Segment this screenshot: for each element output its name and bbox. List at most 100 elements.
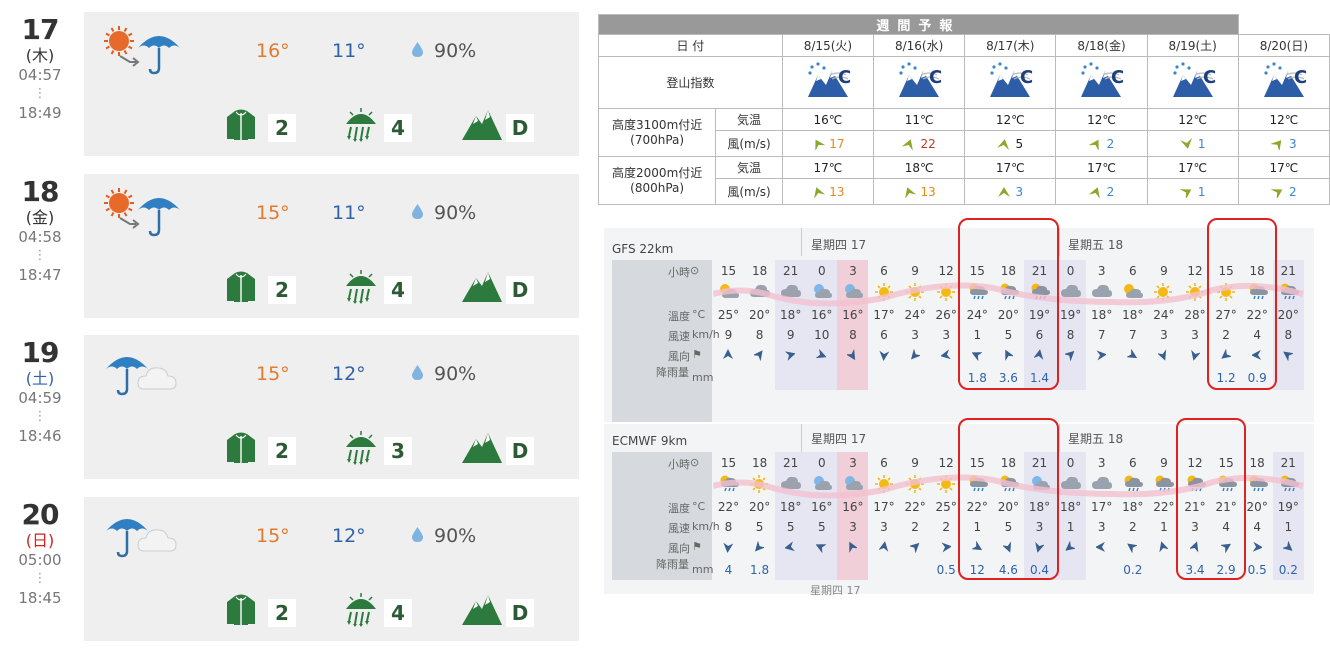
sunset-time: 18:47 [18,266,62,284]
wind-direction-icon [784,541,796,556]
wind-speed: 3 [1015,184,1024,199]
day-forecast-card[interactable]: 15° 12° 90% 2 4 D [84,497,579,641]
wind-speed: 4 [1253,520,1261,534]
wind-direction-icon [941,541,952,556]
hour: 0 [817,264,826,278]
sunrise-time: 04:57 [18,66,62,84]
sun-to-rain-weather-icon [104,24,184,76]
mountain-icon [462,431,502,465]
day-forecast-card[interactable]: 15° 11° 90% 2 4 D [84,174,579,318]
wind-speed: 3 [1191,328,1199,342]
weekly-date: 8/15(火) [781,34,875,57]
wind-speed: 3 [911,328,919,342]
precip-chance: 90% [434,363,477,385]
hour: 15 [720,456,737,470]
day-header-thu: 星期四 17 [811,432,867,446]
clothing-index: 2 [268,599,296,627]
temperature: 16° [842,308,864,322]
rain-cloud-weather-icon [104,347,184,399]
highlight-box [957,218,1060,390]
rain-umbrella-index-icon [344,593,378,627]
rainfall: 0.2 [1123,563,1143,577]
high-temp: 15° [256,363,290,385]
hour: 9 [911,264,919,278]
alt2000-wind: 2 [1237,178,1330,205]
rainfall: 0.2 [1278,563,1298,577]
alt3100-wind: 17 [781,130,875,157]
rain-umbrella-index-icon [344,431,378,465]
raindrop-icon [412,527,423,542]
sunrise-time: 04:59 [18,389,62,407]
wind-direction-icon [1252,541,1263,556]
label-hour: 小時 [668,458,690,471]
day-forecast-card[interactable]: 16° 11° 90% 2 4 D [84,12,579,156]
index-grade: C [929,67,942,88]
rainfall: 1.8 [750,563,770,577]
low-temp: 12° [332,525,366,547]
hour: 18 [751,264,768,278]
mountain-snow-icon: C [1172,62,1216,97]
day-forecast-card[interactable]: 15° 12° 90% 2 3 D [84,335,579,479]
wind-speed: 2 [1106,184,1115,199]
temperature: 19° [1277,500,1299,514]
high-temp: 16° [256,40,290,62]
wind-direction-icon [723,541,734,556]
temperature: 20° [1277,308,1299,322]
wind-arrow-icon [902,139,914,150]
row-labels: 小時 ⊙ 溫度 °C 風速 km/h 風向 ⚑ 降雨量 mm [612,260,720,422]
weekly-date: 8/17(木) [964,34,1057,57]
index-grade: C [1020,67,1033,88]
wind-direction-icon [939,349,951,364]
day-of-week: (土) [25,369,55,388]
hour: 9 [911,456,919,470]
hour: 21 [1280,264,1296,278]
rainfall: 0.5 [1247,563,1267,577]
unit-temp: °C [692,308,706,321]
day-number: 20 [21,498,60,531]
mountain-snow-icon: C [807,62,851,97]
precip-chance: 90% [434,202,477,224]
temperature: 18° [780,308,802,322]
index-grade: C [838,67,851,88]
high-temp: 15° [256,202,290,224]
unit-rain: mm [692,563,714,576]
wind-speed: 2 [1106,136,1115,151]
climbing-index-label: 登山指数 [598,56,783,109]
label-wind: 風速 [668,522,690,535]
altitude-2000-label: 高度2000m付近 (800hPa) [597,156,717,205]
highlight-box [1175,418,1246,580]
wind-speed: 5 [786,520,795,534]
climbing-index-cell: C [964,56,1057,109]
day-header-fri: 星期五 18 [1068,238,1124,252]
wind-speed: 6 [880,328,888,342]
wind-speed: 5 [817,520,826,534]
mountain-snow-icon: C [990,62,1034,97]
climbing-index-cell: C [1146,56,1239,109]
hour: 6 [880,456,888,470]
wind-speed: 3 [1160,328,1168,342]
wind-direction-icon [754,540,766,556]
climbing-grade: D [506,599,534,627]
label-rain: 降雨量 [656,558,689,571]
clock-icon: ⊙ [690,456,700,469]
alt2000-temp: 17℃ [781,156,875,179]
rain-umbrella-index-icon [344,270,378,304]
temperature: 16° [811,308,833,322]
wind-direction-icon [723,349,733,364]
day-date-18: 18 (金) 04:58 ⋮ 18:47 [0,175,80,285]
alt2000-wind: 13 [872,178,966,205]
alt3100-wind: 2 [1055,130,1148,157]
day-of-week: (金) [25,208,55,227]
mountain-icon [462,108,502,142]
unit-temp: °C [692,500,706,513]
label-direction: 風向 [668,542,690,555]
time-separator: ⋮ [33,571,47,586]
day-date-17: 17 (木) 04:57 ⋮ 18:49 [0,14,80,123]
low-temp: 12° [332,363,366,385]
mountain-snow-icon: C [1263,62,1307,97]
temperature: 22° [717,500,740,514]
model-panel-ecmwf[interactable]: ECMWF 9km 星期四 17 星期五 18 小時 ⊙ 溫度 °C 風速 km… [604,418,1314,584]
temperature: 24° [1153,308,1175,322]
day-number: 18 [21,175,60,208]
model-panel-gfs[interactable]: GFS 22km 星期四 17 星期五 18 小時 ⊙ 溫度 °C 風速 km/… [604,218,1314,422]
